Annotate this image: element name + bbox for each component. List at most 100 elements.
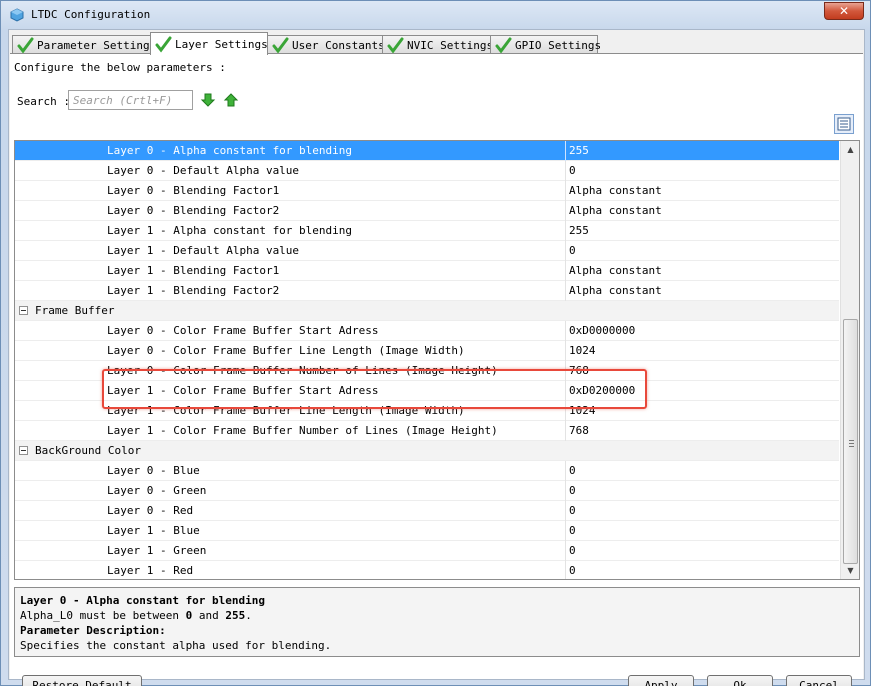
search-label: Search : xyxy=(17,95,70,108)
ok-button[interactable]: Ok xyxy=(707,675,773,686)
scroll-up-icon[interactable]: ▲ xyxy=(841,141,859,158)
parameter-row[interactable]: Layer 0 - Green 0 xyxy=(15,481,839,501)
parameter-value[interactable]: 768 xyxy=(565,421,839,441)
parameter-row[interactable]: Layer 0 - Blue 0 xyxy=(15,461,839,481)
close-button[interactable]: ✕ xyxy=(824,2,864,20)
parameter-name: Layer 0 - Blue xyxy=(107,464,200,477)
scroll-down-icon[interactable]: ▼ xyxy=(841,562,859,579)
parameter-grid: Layer 0 - Alpha constant for blending 255… xyxy=(14,140,860,580)
collapse-icon[interactable] xyxy=(19,306,28,315)
vertical-scrollbar[interactable]: ▲ ▼ xyxy=(840,141,859,579)
parameter-row[interactable]: Layer 1 - Red 0 xyxy=(15,561,839,579)
collapse-icon[interactable] xyxy=(19,446,28,455)
app-cube-icon xyxy=(10,8,24,22)
cancel-button[interactable]: Cancel xyxy=(786,675,852,686)
parameter-value[interactable]: Alpha constant xyxy=(565,261,839,281)
description-range: Alpha_L0 must be between 0 and 255. xyxy=(20,609,252,622)
check-icon xyxy=(17,37,34,53)
tab-label: NVIC Settings xyxy=(407,38,494,52)
parameter-name: Layer 1 - Blending Factor2 xyxy=(107,284,280,297)
parameter-value[interactable]: Alpha constant xyxy=(565,181,839,201)
parameter-value[interactable]: 0 xyxy=(565,161,839,181)
arrow-up-icon[interactable] xyxy=(223,92,239,108)
parameter-row[interactable]: Layer 1 - Alpha constant for blending 255 xyxy=(15,221,839,241)
parameter-name: Layer 1 - Alpha constant for blending xyxy=(107,224,353,237)
check-icon xyxy=(387,37,404,53)
parameter-row[interactable]: Layer 0 - Blending Factor1 Alpha constant xyxy=(15,181,839,201)
parameter-name: Layer 0 - Color Frame Buffer Start Adres… xyxy=(107,324,379,337)
list-view-toggle-icon[interactable] xyxy=(834,114,854,134)
group-row[interactable]: Frame Buffer xyxy=(15,301,839,321)
parameter-name: Layer 1 - Blending Factor1 xyxy=(107,264,280,277)
parameter-value[interactable]: 0 xyxy=(565,521,839,541)
parameter-row[interactable]: Layer 1 - Default Alpha value 0 xyxy=(15,241,839,261)
layer-settings-pane: Configure the below parameters : Search … xyxy=(10,53,863,686)
parameter-value[interactable]: 0 xyxy=(565,461,839,481)
parameter-name: Layer 0 - Blending Factor1 xyxy=(107,184,280,197)
parameter-name: Layer 1 - Blue xyxy=(107,524,200,537)
apply-button[interactable]: Apply xyxy=(628,675,694,686)
check-icon xyxy=(155,36,172,52)
parameter-row[interactable]: Layer 1 - Blending Factor1 Alpha constant xyxy=(15,261,839,281)
parameter-value[interactable]: Alpha constant xyxy=(565,201,839,221)
parameter-row[interactable]: Layer 0 - Red 0 xyxy=(15,501,839,521)
tab-gpio-settings[interactable]: GPIO Settings xyxy=(490,35,602,54)
parameter-value[interactable]: 0xD0000000 xyxy=(565,321,839,341)
parameter-name: Layer 1 - Green xyxy=(107,544,207,557)
search-input[interactable] xyxy=(68,90,193,110)
tab-label: GPIO Settings xyxy=(515,38,602,52)
parameter-name: Layer 1 - Color Frame Buffer Number of L… xyxy=(107,424,498,437)
tab-label: User Constants xyxy=(292,38,385,52)
parameter-name: Layer 1 - Default Alpha value xyxy=(107,244,300,257)
dialog-client-area: Parameter Settings Layer Settings User C… xyxy=(8,29,865,686)
restore-default-button[interactable]: Restore Default xyxy=(22,675,142,686)
tab-parameter-settings[interactable]: Parameter Settings xyxy=(12,35,156,54)
check-icon xyxy=(495,37,512,53)
group-label: Frame Buffer xyxy=(35,304,115,317)
parameter-row[interactable]: Layer 0 - Color Frame Buffer Start Adres… xyxy=(15,321,839,341)
group-row[interactable]: BackGround Color xyxy=(15,441,839,461)
parameter-row[interactable]: Layer 1 - Blending Factor2 Alpha constant xyxy=(15,281,839,301)
parameter-value[interactable]: 0 xyxy=(565,501,839,521)
parameter-value[interactable]: 255 xyxy=(565,141,839,161)
parameter-row[interactable]: Layer 0 - Default Alpha value 0 xyxy=(15,161,839,181)
tab-label: Layer Settings xyxy=(175,37,268,51)
tab-nvic-settings[interactable]: NVIC Settings xyxy=(382,35,494,54)
parameter-description-panel: Layer 0 - Alpha constant for blending Al… xyxy=(14,587,860,657)
parameter-name: Layer 0 - Green xyxy=(107,484,207,497)
parameter-row[interactable]: Layer 0 - Color Frame Buffer Line Length… xyxy=(15,341,839,361)
parameter-row[interactable]: Layer 0 - Alpha constant for blending 255 xyxy=(15,141,839,161)
parameter-value[interactable]: 0 xyxy=(565,541,839,561)
description-title: Layer 0 - Alpha constant for blending xyxy=(20,594,266,607)
parameter-name: Layer 0 - Red xyxy=(107,504,194,517)
configure-instructions: Configure the below parameters : xyxy=(14,61,226,74)
parameter-name: Layer 1 - Red xyxy=(107,564,194,577)
parameter-row[interactable]: Layer 1 - Color Frame Buffer Number of L… xyxy=(15,421,839,441)
title-bar[interactable]: LTDC Configuration ✕ xyxy=(1,1,870,29)
parameter-value[interactable]: 1024 xyxy=(565,341,839,361)
window-title: LTDC Configuration xyxy=(31,8,151,21)
check-icon xyxy=(272,37,289,53)
tab-layer-settings[interactable]: Layer Settings xyxy=(150,32,268,55)
parameter-row[interactable]: Layer 1 - Blue 0 xyxy=(15,521,839,541)
parameter-value[interactable]: 0 xyxy=(565,561,839,579)
parameter-name: Layer 0 - Default Alpha value xyxy=(107,164,300,177)
tab-user-constants[interactable]: User Constants xyxy=(267,35,385,54)
parameter-value[interactable]: 0 xyxy=(565,481,839,501)
group-label: BackGround Color xyxy=(35,444,141,457)
highlight-annotation xyxy=(102,369,647,409)
parameter-row[interactable]: Layer 0 - Blending Factor2 Alpha constant xyxy=(15,201,839,221)
parameter-value[interactable]: 255 xyxy=(565,221,839,241)
description-text: Specifies the constant alpha used for bl… xyxy=(20,639,332,652)
description-heading: Parameter Description: xyxy=(20,624,166,637)
parameter-name: Layer 0 - Alpha constant for blending xyxy=(107,144,353,157)
arrow-down-icon[interactable] xyxy=(200,92,216,108)
tab-label: Parameter Settings xyxy=(37,38,157,52)
grip-icon xyxy=(849,440,854,447)
parameter-value[interactable]: 0 xyxy=(565,241,839,261)
ltdc-configuration-window: LTDC Configuration ✕ Parameter Settings … xyxy=(0,0,871,686)
parameter-row[interactable]: Layer 1 - Green 0 xyxy=(15,541,839,561)
scroll-thumb[interactable] xyxy=(843,319,858,564)
parameter-value[interactable]: Alpha constant xyxy=(565,281,839,301)
parameter-name: Layer 0 - Color Frame Buffer Line Length… xyxy=(107,344,465,357)
